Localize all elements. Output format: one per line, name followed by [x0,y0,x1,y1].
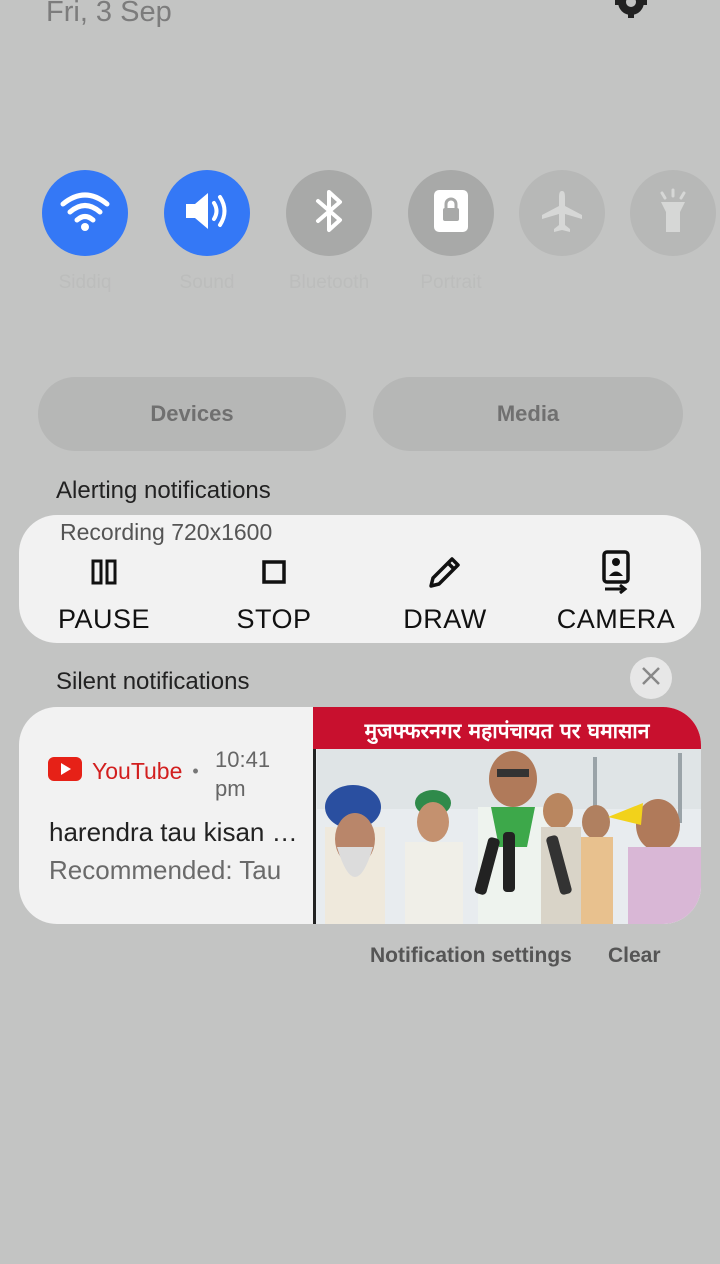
sound-toggle[interactable] [164,170,250,256]
flashlight-icon [656,188,690,239]
sound-icon [182,189,232,238]
tile-label-sound: Sound [179,272,235,293]
portrait-lock-icon [432,188,470,239]
devices-button[interactable]: Devices [38,377,346,451]
stop-button[interactable]: STOP [199,552,349,635]
recording-title: Recording 720x1600 [60,519,273,545]
pause-icon [29,552,179,592]
clear-link[interactable]: Clear [608,944,661,968]
flashlight-toggle[interactable] [630,170,716,256]
separator-dot: • [192,761,199,781]
tile-label-portrait: Portrait [420,272,482,293]
draw-button[interactable]: DRAW [370,552,520,635]
notification-time: 10:41 pm [215,747,271,801]
bluetooth-icon [312,188,346,239]
app-name: YouTube [92,758,183,784]
dismiss-silent-button[interactable] [630,657,672,699]
silent-section-title: Silent notifications [56,668,250,695]
alerting-section-title: Alerting notifications [56,477,271,504]
close-icon [641,666,661,691]
camera-button[interactable]: CAMERA [541,550,691,635]
youtube-logo-icon [48,757,82,786]
date-label: Fri, 3 Sep [46,0,172,28]
portrait-toggle[interactable] [408,170,494,256]
media-button[interactable]: Media [373,377,683,451]
notification-subtitle: Recommended: Tau [49,855,282,885]
youtube-app-row: YouTube • [48,757,199,786]
stop-label: STOP [236,604,312,634]
draw-label: DRAW [403,604,487,634]
bluetooth-toggle[interactable] [286,170,372,256]
settings-gear-icon[interactable] [613,0,649,24]
video-thumbnail[interactable]: मुजफ्फरनगर महापंचायत पर घमासान [313,707,701,924]
notification-settings-link[interactable]: Notification settings [370,944,572,968]
thumbnail-caption: मुजफ्फरनगर महापंचायत पर घमासान [364,719,651,745]
airplane-toggle[interactable] [519,170,605,256]
camera-switch-icon [541,550,691,594]
pause-label: PAUSE [57,604,151,634]
camera-label: CAMERA [556,604,676,634]
wifi-toggle[interactable] [42,170,128,256]
notification-title: harendra tau kisan mahapanchayat [49,817,299,847]
stop-icon [199,552,349,592]
tile-label-bluetooth: Bluetooth [288,272,370,293]
tile-label-wifi: Siddiq [58,272,112,293]
pencil-icon [370,552,520,592]
pause-button[interactable]: PAUSE [29,552,179,635]
airplane-icon [539,188,585,239]
wifi-icon [60,190,110,237]
